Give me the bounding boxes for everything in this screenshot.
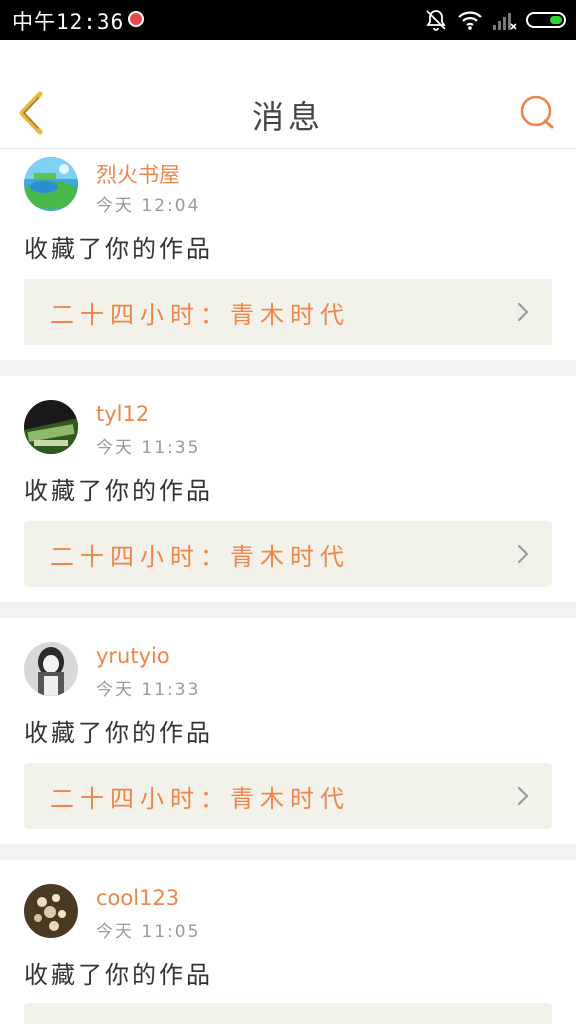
message-time: 今天 12:04 (96, 196, 201, 216)
avatar[interactable] (24, 157, 78, 211)
work-title: 二十四小时：青木时代 (50, 543, 350, 571)
message-time: 今天 11:33 (96, 680, 201, 700)
search-button[interactable] (518, 93, 556, 131)
work-title: 二十四小时：青木时代 (50, 785, 350, 813)
avatar[interactable] (24, 400, 78, 454)
work-title: 二十四小时：青木时代 (50, 301, 350, 329)
chevron-right-icon (517, 544, 529, 564)
battery-icon (526, 12, 566, 28)
battery-level (550, 16, 562, 24)
username[interactable]: tyl12 (96, 402, 149, 426)
message-time: 今天 11:35 (96, 438, 201, 458)
message-card: cool123 今天 11:05 收藏了你的作品 (0, 860, 576, 1024)
avatar[interactable] (24, 642, 78, 696)
wifi-icon (458, 11, 482, 30)
signal-icon (493, 13, 517, 30)
work-link[interactable]: 二十四小时：青木时代 (24, 521, 552, 587)
divider (0, 602, 576, 618)
message-card: tyl12 今天 11:35 收藏了你的作品 二十四小时：青木时代 (0, 376, 576, 602)
message-action: 收藏了你的作品 (24, 961, 213, 989)
status-time: 中午12:36 (12, 10, 125, 34)
username[interactable]: cool123 (96, 886, 179, 910)
message-action: 收藏了你的作品 (24, 719, 213, 747)
divider (0, 844, 576, 860)
username[interactable]: 烈火书屋 (96, 159, 180, 189)
page-title: 消息 (251, 98, 324, 136)
work-link[interactable]: 二十四小时：青木时代 (24, 763, 552, 829)
work-link[interactable] (24, 1003, 552, 1024)
message-card: yrutyio 今天 11:33 收藏了你的作品 二十四小时：青木时代 (0, 618, 576, 844)
message-card: 烈火书屋 今天 12:04 收藏了你的作品 二十四小时：青木时代 (0, 149, 576, 360)
app-notification-icon (128, 11, 144, 27)
notifications-off-icon (426, 10, 446, 31)
message-action: 收藏了你的作品 (24, 235, 213, 263)
username[interactable]: yrutyio (96, 644, 170, 668)
app-header: 消息 (0, 40, 576, 149)
status-bar: 中午12:36 (0, 0, 576, 40)
message-action: 收藏了你的作品 (24, 477, 213, 505)
avatar[interactable] (24, 884, 78, 938)
chevron-right-icon (517, 302, 529, 322)
divider (0, 360, 576, 376)
work-link[interactable]: 二十四小时：青木时代 (24, 279, 552, 345)
message-time: 今天 11:05 (96, 922, 201, 942)
chevron-right-icon (517, 786, 529, 806)
